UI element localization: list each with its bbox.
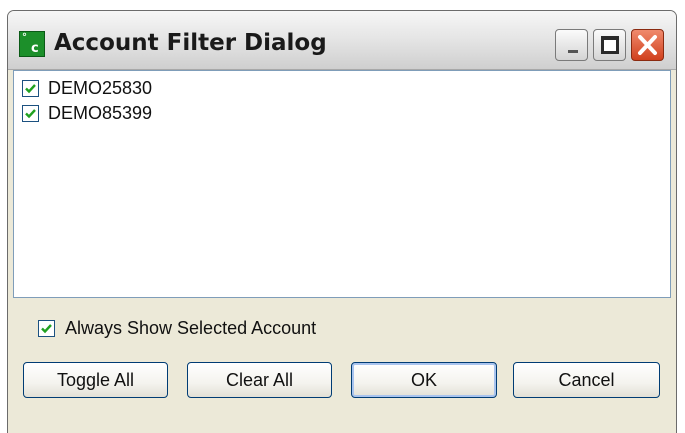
list-item[interactable]: DEMO25830 bbox=[22, 77, 152, 99]
cancel-button[interactable]: Cancel bbox=[513, 362, 660, 398]
account-list[interactable]: DEMO25830 DEMO85399 bbox=[13, 70, 671, 298]
checkmark-icon bbox=[41, 323, 52, 333]
maximize-button[interactable] bbox=[593, 29, 626, 61]
clear-all-button[interactable]: Clear All bbox=[187, 362, 332, 398]
maximize-icon bbox=[601, 36, 619, 54]
close-icon bbox=[638, 35, 657, 55]
list-item[interactable]: DEMO85399 bbox=[22, 102, 152, 124]
minimize-button[interactable] bbox=[555, 29, 588, 61]
window-title: Account Filter Dialog bbox=[54, 30, 327, 56]
ok-button[interactable]: OK bbox=[351, 362, 497, 398]
app-logo-icon[interactable]: ° c bbox=[19, 31, 45, 57]
account-label: DEMO85399 bbox=[48, 102, 153, 123]
always-show-checkbox[interactable] bbox=[38, 319, 55, 337]
toggle-all-button[interactable]: Toggle All bbox=[23, 362, 168, 398]
always-show-label: Always Show Selected Account bbox=[65, 317, 317, 338]
account-filter-dialog: ° c Account Filter Dialog DEMO25830 DEMO… bbox=[7, 10, 677, 433]
minimize-icon bbox=[568, 50, 578, 53]
account-checkbox[interactable] bbox=[22, 79, 39, 97]
close-button[interactable] bbox=[631, 29, 664, 61]
account-label: DEMO25830 bbox=[48, 77, 153, 98]
title-bar[interactable]: ° c Account Filter Dialog bbox=[8, 11, 676, 70]
checkmark-icon bbox=[25, 108, 36, 118]
always-show-option[interactable]: Always Show Selected Account bbox=[38, 317, 316, 339]
checkmark-icon bbox=[25, 83, 36, 93]
account-checkbox[interactable] bbox=[22, 104, 39, 122]
